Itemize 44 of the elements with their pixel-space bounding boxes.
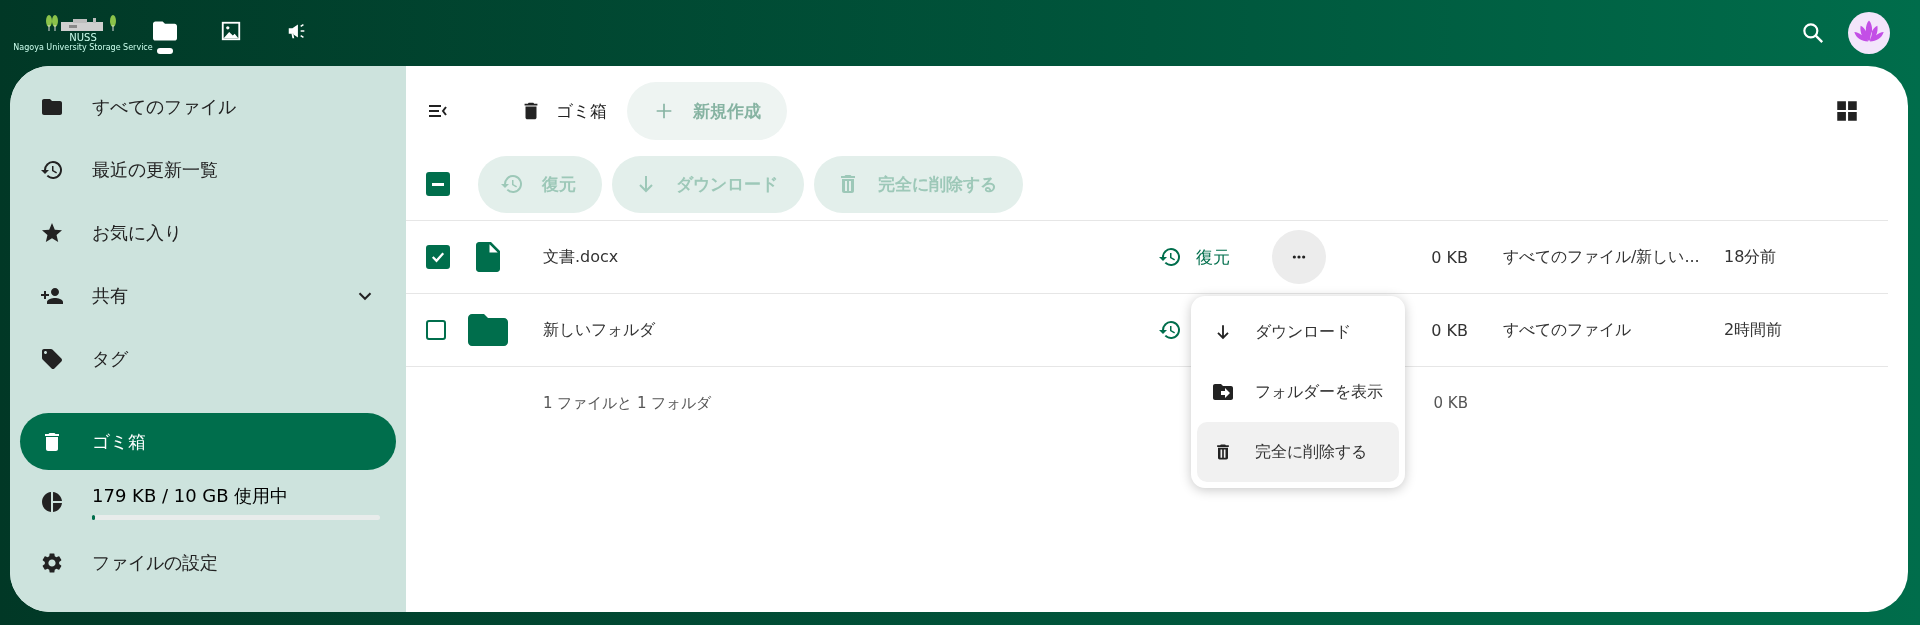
tag-icon (40, 346, 64, 371)
sidebar-item[interactable]: ゴミ箱 (20, 413, 396, 470)
ellipsis-icon (1291, 254, 1307, 260)
sidebar-item[interactable]: 共有 (20, 267, 396, 324)
original-location: すべてのファイル (1503, 319, 1631, 339)
lotus-avatar[interactable] (1848, 12, 1890, 54)
document-icon (476, 242, 500, 272)
original-location: すべてのファイル/新しい... (1503, 246, 1700, 266)
breadcrumb[interactable]: ゴミ箱 (556, 99, 607, 123)
sidebar-item[interactable]: お気に入り (20, 204, 396, 261)
file-size: 0 KB (1431, 320, 1468, 340)
summary-text: 1 ファイルと 1 フォルダ (543, 393, 712, 412)
sidebar-item[interactable]: すべてのファイル (20, 78, 396, 135)
total-size: 0 KB (1433, 394, 1468, 412)
grid-view-icon[interactable] (1834, 98, 1860, 124)
file-name[interactable]: 文書.docx (543, 246, 619, 266)
select-all-checkbox[interactable] (426, 172, 450, 196)
history-icon (1158, 245, 1182, 269)
file-name[interactable]: 新しいフォルダ (543, 319, 655, 339)
row-checkbox[interactable] (426, 245, 450, 269)
settings-item[interactable]: ファイルの設定 (20, 534, 396, 591)
restore-link[interactable] (1158, 318, 1182, 342)
settings-icon (40, 550, 64, 575)
minus-icon (432, 182, 444, 186)
menu-item[interactable]: ダウンロード (1197, 302, 1399, 362)
logo-title: NUSS (69, 33, 97, 43)
folder-icon (467, 314, 509, 346)
sidebar-item[interactable]: タグ (20, 330, 396, 387)
search-icon[interactable] (1800, 20, 1826, 46)
folder-arrow-icon (1213, 382, 1233, 402)
image-icon (219, 20, 243, 42)
restore-link[interactable]: 復元 (1158, 245, 1234, 269)
sidebar-item[interactable]: 最近の更新一覧 (20, 141, 396, 198)
folder-icon (153, 20, 177, 42)
deleted-time: 18分前 (1724, 246, 1777, 266)
row-checkbox[interactable] (426, 320, 446, 340)
pie-chart-icon (40, 490, 64, 514)
history-icon (500, 172, 524, 196)
menu-item[interactable]: 完全に削除する (1197, 422, 1399, 482)
deleted-time: 2時間前 (1724, 319, 1783, 339)
quota-text: 179 KB / 10 GB 使用中 (92, 484, 290, 508)
logo-subtitle: Nagoya University Storage Service (13, 43, 153, 53)
file-size: 0 KB (1431, 247, 1468, 267)
history-icon (1158, 318, 1182, 342)
